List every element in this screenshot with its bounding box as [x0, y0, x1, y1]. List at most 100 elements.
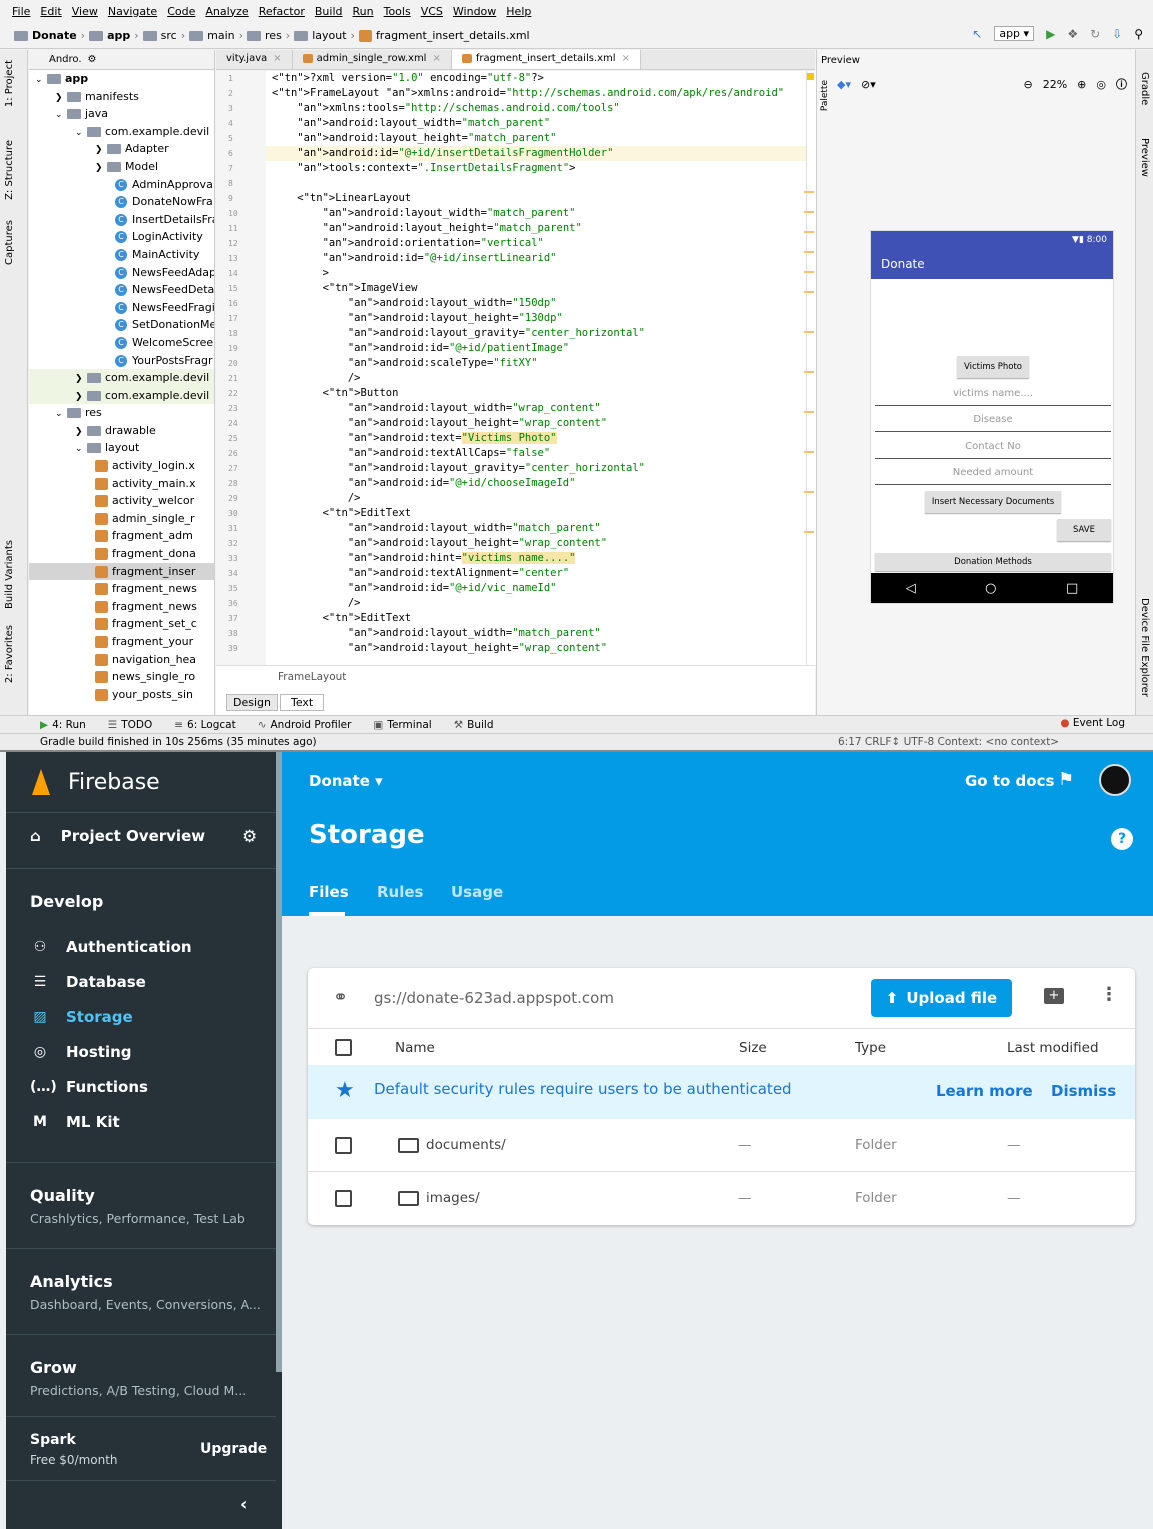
tool-tab-right-2[interactable]: Device File Explorer	[1139, 598, 1150, 697]
close-icon[interactable]: ×	[432, 53, 440, 64]
learn-more-link[interactable]: Learn more	[936, 1082, 1033, 1100]
breadcrumb-item[interactable]: Donate	[14, 29, 77, 42]
nav-group-analytics[interactable]: Analytics Dashboard, Events, Conversions,…	[30, 1272, 261, 1312]
tool-window-button[interactable]: ∿ Android Profiler	[258, 719, 352, 731]
tree-item[interactable]: ⌄ java	[29, 105, 214, 123]
upload-file-button[interactable]: ⬆ Upload file	[871, 979, 1012, 1017]
col-name[interactable]: Name	[395, 1040, 435, 1056]
tree-item[interactable]: navigation_hea	[29, 651, 214, 669]
nav-group-quality[interactable]: Quality Crashlytics, Performance, Test La…	[30, 1186, 245, 1226]
table-row[interactable]: images/ — Folder —	[308, 1172, 1135, 1225]
sidebar-item-storage[interactable]: ▨ Storage	[30, 1008, 132, 1026]
tab-usage[interactable]: Usage	[451, 883, 503, 901]
tree-item[interactable]: C LoginActivity	[29, 228, 214, 246]
tool-window-button[interactable]: ▣ Terminal	[373, 719, 431, 731]
tree-item[interactable]: your_posts_sin	[29, 686, 214, 704]
menu-file[interactable]: File	[12, 5, 30, 18]
breadcrumb-item[interactable]: layout	[294, 29, 347, 42]
tree-item[interactable]: fragment_set_c	[29, 615, 214, 633]
event-log-button[interactable]: ● Event Log	[1060, 717, 1125, 729]
tree-item[interactable]: ❯ Adapter	[29, 140, 214, 158]
tree-item[interactable]: ❯ com.example.devil	[29, 386, 214, 405]
donation-methods-button[interactable]: Donation Methods	[875, 553, 1111, 571]
dismiss-link[interactable]: Dismiss	[1051, 1082, 1116, 1100]
victims-photo-button[interactable]: Victims Photo	[957, 356, 1029, 378]
tree-item[interactable]: fragment_dona	[29, 545, 214, 563]
menu-vcs[interactable]: VCS	[421, 5, 443, 18]
tree-item[interactable]: activity_welcor	[29, 492, 214, 510]
contact-field[interactable]: Contact No	[875, 435, 1111, 459]
zoom-out-icon[interactable]: ⊖	[1024, 78, 1033, 91]
file-name[interactable]: documents/	[426, 1137, 506, 1153]
notifications-bell-icon[interactable]: ⚑	[1058, 769, 1074, 790]
tool-tab-1[interactable]: Z: Structure	[4, 140, 15, 200]
breadcrumb-item[interactable]: app	[89, 29, 130, 42]
debug-icon[interactable]: ❖	[1067, 27, 1078, 41]
back-icon[interactable]: ◁	[906, 581, 916, 596]
sidebar-item-database[interactable]: ☰ Database	[30, 973, 146, 991]
sync-icon[interactable]: ↻	[1090, 27, 1100, 41]
tool-tab-3[interactable]: Build Variants	[4, 540, 15, 609]
tree-item[interactable]: admin_single_r	[29, 510, 214, 528]
tree-item[interactable]: C YourPostsFragr	[29, 352, 214, 370]
tree-item[interactable]: ❯ drawable	[29, 422, 214, 440]
tree-item[interactable]: fragment_news	[29, 580, 214, 598]
project-switcher[interactable]: Donate ▾	[309, 772, 383, 790]
zoom-in-icon[interactable]: ⊕	[1077, 78, 1086, 91]
tab-files[interactable]: Files	[309, 883, 349, 901]
settings-gear-icon[interactable]: ⚙	[242, 827, 257, 847]
close-icon[interactable]: ×	[622, 53, 630, 64]
tool-tab-right-1[interactable]: Preview	[1139, 138, 1150, 177]
zoom-fit-icon[interactable]: ◎	[1096, 78, 1106, 91]
sidebar-item-authentication[interactable]: ⚇ Authentication	[30, 938, 192, 956]
editor-tab[interactable]: admin_single_row.xml ×	[293, 50, 452, 69]
tree-item[interactable]: news_single_ro	[29, 668, 214, 686]
tree-item[interactable]: fragment_news	[29, 598, 214, 616]
palette-tab[interactable]: Palette	[820, 80, 830, 111]
tree-item[interactable]: activity_login.x	[29, 457, 214, 475]
menu-refactor[interactable]: Refactor	[259, 5, 305, 18]
menu-edit[interactable]: Edit	[40, 5, 61, 18]
more-vert-icon[interactable]: ⋮	[1100, 984, 1118, 1005]
tree-item[interactable]: C WelcomeScree	[29, 334, 214, 352]
table-row[interactable]: documents/ — Folder —	[308, 1119, 1135, 1172]
tool-window-button[interactable]: ⚒ Build	[454, 719, 494, 731]
orientation-icon[interactable]: ⊘▾	[861, 78, 876, 91]
run-icon[interactable]: ▶	[1046, 27, 1055, 41]
file-name[interactable]: images/	[426, 1190, 480, 1206]
tool-window-button[interactable]: ☰ TODO	[108, 719, 152, 731]
breadcrumb-item[interactable]: main	[189, 29, 235, 42]
go-to-docs-link[interactable]: Go to docs	[965, 772, 1054, 790]
tree-item[interactable]: C NewsFeedFragi	[29, 299, 214, 317]
tree-item[interactable]: fragment_adm	[29, 527, 214, 545]
menu-code[interactable]: Code	[167, 5, 195, 18]
tab-rules[interactable]: Rules	[377, 883, 423, 901]
gear-icon[interactable]: ⚙	[88, 54, 97, 65]
project-overview-link[interactable]: ⌂ Project Overview	[30, 827, 205, 845]
tree-item[interactable]: activity_main.x	[29, 475, 214, 493]
avatar[interactable]	[1099, 764, 1131, 796]
col-last-modified[interactable]: Last modified	[1007, 1040, 1099, 1056]
tree-item[interactable]: C NewsFeedDeta	[29, 281, 214, 299]
tool-tab-2[interactable]: Captures	[4, 220, 15, 265]
new-folder-icon[interactable]: +	[1044, 988, 1064, 1004]
tree-item[interactable]: fragment_your	[29, 633, 214, 651]
tool-tab-right-0[interactable]: Gradle	[1139, 72, 1150, 105]
hammer-icon[interactable]: ↖	[972, 27, 982, 41]
code-editor[interactable]: <"tn">?xml version="1.0" encoding="utf-8…	[266, 71, 806, 665]
run-config-select[interactable]: app ▾	[994, 26, 1035, 41]
save-button[interactable]: SAVE	[1057, 519, 1111, 541]
tool-tab-4[interactable]: 2: Favorites	[4, 625, 15, 683]
warning-icon[interactable]: ⓘ	[1116, 76, 1127, 92]
editor-tab[interactable]: fragment_insert_details.xml ×	[451, 50, 641, 69]
tree-item[interactable]: ⌄ app	[29, 70, 214, 88]
disease-field[interactable]: Disease	[875, 408, 1111, 432]
design-layers-icon[interactable]: ◆▾	[837, 78, 851, 91]
help-icon[interactable]: ?	[1111, 828, 1133, 850]
menu-build[interactable]: Build	[315, 5, 343, 18]
insert-documents-button[interactable]: Insert Necessary Documents	[925, 491, 1061, 513]
upgrade-button[interactable]: Upgrade	[200, 1441, 267, 1457]
tree-item[interactable]: fragment_inser	[29, 562, 214, 581]
menu-view[interactable]: View	[72, 5, 98, 18]
menu-tools[interactable]: Tools	[384, 5, 411, 18]
